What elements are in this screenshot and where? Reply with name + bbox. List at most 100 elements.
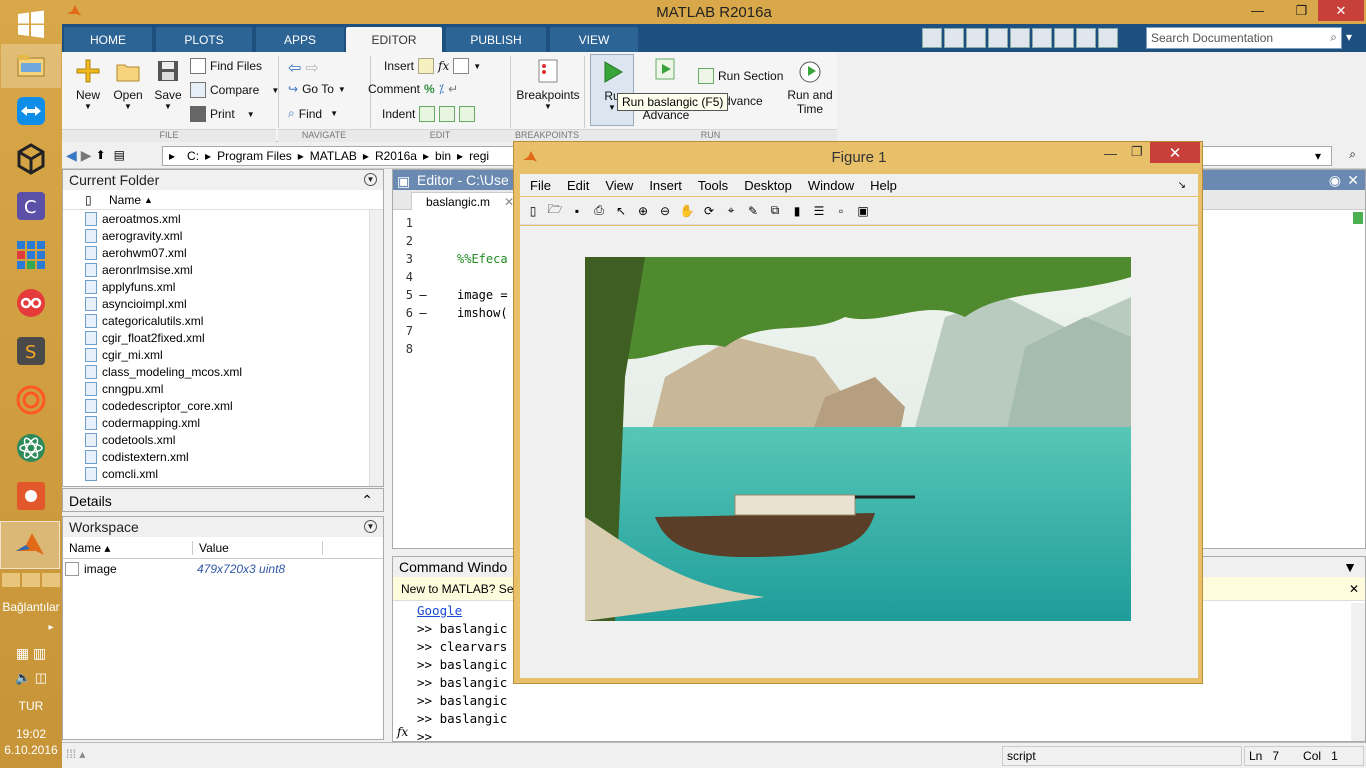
find-files-button[interactable]: Find Files: [190, 58, 262, 74]
blender-icon[interactable]: [13, 478, 49, 514]
close-banner-icon[interactable]: ✕: [1349, 582, 1359, 596]
chevron-up-icon[interactable]: ⌃: [361, 492, 373, 509]
browse-folder-icon[interactable]: ▤: [114, 148, 130, 164]
file-list-item[interactable]: aerohwm07.xml: [63, 244, 383, 261]
figure-close-button[interactable]: ✕: [1150, 142, 1200, 163]
code-line[interactable]: 4: [393, 268, 457, 286]
workspace-variable-row[interactable]: image 479x720x3 uint8: [63, 559, 383, 579]
name-column-header[interactable]: ▯ Name ▲: [63, 190, 383, 210]
details-panel[interactable]: Details ⌃: [62, 488, 384, 512]
link-plot-icon[interactable]: ⧉: [766, 202, 784, 220]
ribbon-collapse-icon[interactable]: ▾: [1346, 30, 1352, 44]
file-list-item[interactable]: categoricalutils.xml: [63, 312, 383, 329]
code-line[interactable]: 2: [393, 232, 457, 250]
new-figure-icon[interactable]: ▯: [524, 202, 542, 220]
path-segment[interactable]: Program Files: [217, 149, 292, 163]
save-button[interactable]: Save ▼: [148, 58, 188, 111]
save-figure-icon[interactable]: ▪: [568, 202, 586, 220]
function-browser-icon[interactable]: fx: [397, 725, 408, 739]
run-and-time-button[interactable]: Run and Time: [784, 58, 836, 116]
paste-icon[interactable]: [1010, 28, 1030, 48]
file-list-item[interactable]: cgir_float2fixed.xml: [63, 329, 383, 346]
clock-time[interactable]: 19:02: [0, 727, 62, 741]
file-list-item[interactable]: cgir_mi.xml: [63, 346, 383, 363]
code-editor-icon[interactable]: C: [13, 188, 49, 224]
undo-icon[interactable]: [1032, 28, 1052, 48]
houdini-icon[interactable]: [13, 382, 49, 418]
figure-minimize-button[interactable]: —: [1104, 146, 1117, 161]
print-figure-icon[interactable]: ⎙: [590, 202, 608, 220]
menu-view[interactable]: View: [605, 178, 633, 193]
increase-indent-icon[interactable]: [439, 106, 456, 122]
tab-publish[interactable]: PUBLISH: [446, 27, 546, 52]
file-list-item[interactable]: asyncioimpl.xml: [63, 295, 383, 312]
code-line[interactable]: 8: [393, 340, 457, 358]
rotate-icon[interactable]: ⟳: [700, 202, 718, 220]
tab-baslangic[interactable]: baslangic.m ✕: [411, 192, 530, 210]
code-line[interactable]: 5– image =: [393, 286, 508, 304]
file-explorer-icon[interactable]: [1, 44, 61, 88]
find-button[interactable]: ⌕ Find ▼: [288, 106, 338, 121]
up-folder-icon[interactable]: ⬆: [96, 148, 112, 164]
back-icon[interactable]: ◀: [66, 147, 77, 164]
path-segment[interactable]: R2016a: [375, 149, 417, 163]
legend-icon[interactable]: ☰: [810, 202, 828, 220]
ws-value-column[interactable]: Value: [193, 540, 323, 555]
path-dropdown-icon[interactable]: ▾: [1315, 149, 1321, 163]
file-list-item[interactable]: aerogravity.xml: [63, 227, 383, 244]
menu-desktop[interactable]: Desktop: [744, 178, 792, 193]
edit-plot-icon[interactable]: ↖: [612, 202, 630, 220]
ws-name-column[interactable]: Name ▴: [63, 540, 193, 555]
file-list-item[interactable]: codedescriptor_core.xml: [63, 397, 383, 414]
figure-maximize-button[interactable]: ❐: [1131, 144, 1143, 160]
maximize-button[interactable]: ❐: [1288, 0, 1315, 21]
breakpoints-button[interactable]: Breakpoints ▼: [514, 58, 582, 111]
search-icon[interactable]: ⌕: [1330, 30, 1337, 45]
file-list-scrollbar[interactable]: [369, 210, 383, 486]
menu-edit[interactable]: Edit: [567, 178, 589, 193]
open-button[interactable]: Open ▼: [108, 58, 148, 111]
path-segment[interactable]: regi: [469, 149, 489, 163]
decrease-indent-icon[interactable]: [459, 106, 476, 122]
oo-app-icon[interactable]: [13, 285, 49, 321]
panel-menu-icon[interactable]: ▼: [1343, 559, 1357, 575]
file-list-item[interactable]: codetools.xml: [63, 431, 383, 448]
disk-icon[interactable]: [944, 28, 964, 48]
percent-icon[interactable]: %: [424, 82, 435, 96]
tiles-app-icon[interactable]: [13, 237, 49, 273]
path-segment[interactable]: MATLAB: [310, 149, 357, 163]
sublime-text-icon[interactable]: S: [13, 333, 49, 369]
close-button[interactable]: ✕: [1318, 0, 1364, 21]
taskbar-scroll-arrows[interactable]: [2, 573, 60, 587]
google-link[interactable]: Google: [417, 601, 462, 619]
panel-menu-icon[interactable]: ▼: [364, 520, 377, 533]
search-folder-icon[interactable]: ⌕: [1349, 147, 1356, 162]
tab-view[interactable]: VIEW: [550, 27, 638, 52]
tab-apps[interactable]: APPS: [256, 27, 344, 52]
fx-icon[interactable]: fx: [438, 59, 449, 73]
breakpoint-marker[interactable]: –: [413, 306, 433, 320]
zoom-in-icon[interactable]: ⊕: [634, 202, 652, 220]
goto-button[interactable]: ↪ Go To ▼: [288, 82, 346, 96]
copy-icon[interactable]: [988, 28, 1008, 48]
clock-date[interactable]: 6.10.2016: [0, 743, 62, 757]
forward-icon[interactable]: ▶: [81, 147, 92, 164]
compare-button[interactable]: Compare ▼: [190, 82, 279, 98]
file-list-item[interactable]: codistextern.xml: [63, 448, 383, 465]
run-section-button[interactable]: Run Section: [698, 68, 783, 84]
file-list-item[interactable]: comcli.xml: [63, 465, 383, 482]
open-file-icon[interactable]: 🗁: [546, 202, 564, 220]
code-analyzer-indicator[interactable]: [1353, 212, 1363, 224]
run-and-advance-button[interactable]: Run and Advance: [638, 56, 694, 122]
zoom-out-icon[interactable]: ⊖: [656, 202, 674, 220]
taskbar-connections-label[interactable]: Bağlantılar: [0, 600, 62, 614]
nav-back-forward[interactable]: ⇦ ⇨: [288, 58, 319, 78]
code-line[interactable]: 3 %%Efeca: [393, 250, 508, 268]
brush-icon[interactable]: ✎: [744, 202, 762, 220]
close-editor-icon[interactable]: ✕: [1347, 172, 1359, 189]
smart-indent-icon[interactable]: [419, 106, 436, 122]
data-cursor-icon[interactable]: ⌖: [722, 202, 740, 220]
back-arrow-icon[interactable]: ⇦: [288, 58, 301, 78]
volume-icon[interactable]: 🔈 ◫: [0, 670, 62, 686]
tab-home[interactable]: HOME: [64, 27, 152, 52]
